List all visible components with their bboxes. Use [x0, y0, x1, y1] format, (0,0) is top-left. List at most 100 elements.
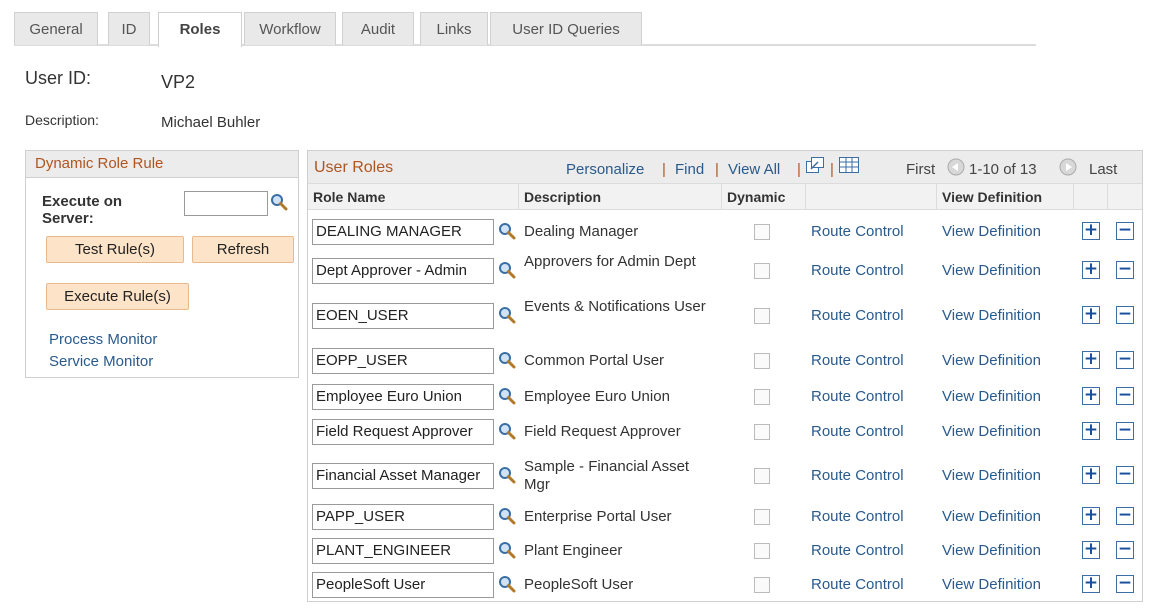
delete-row-icon[interactable]: − — [1116, 351, 1134, 369]
route-control-link[interactable]: Route Control — [811, 307, 904, 324]
add-row-icon[interactable]: + — [1082, 387, 1100, 405]
dynamic-checkbox[interactable] — [754, 424, 770, 440]
view-definition-link[interactable]: View Definition — [942, 223, 1041, 240]
view-definition-link[interactable]: View Definition — [942, 423, 1041, 440]
tab-bar: General ID Roles Workflow Audit Links Us… — [14, 12, 1036, 47]
search-icon[interactable] — [270, 193, 288, 211]
view-definition-link[interactable]: View Definition — [942, 352, 1041, 369]
dynamic-checkbox[interactable] — [754, 224, 770, 240]
delete-row-icon[interactable]: − — [1116, 306, 1134, 324]
tab-audit[interactable]: Audit — [342, 12, 414, 45]
role-name-input[interactable]: PAPP_USER — [312, 504, 494, 530]
search-icon[interactable] — [498, 466, 516, 484]
add-row-icon[interactable]: + — [1082, 351, 1100, 369]
view-all-link[interactable]: View All — [728, 161, 780, 178]
add-row-icon[interactable]: + — [1082, 575, 1100, 593]
search-icon[interactable] — [498, 351, 516, 369]
search-icon[interactable] — [498, 387, 516, 405]
dynamic-checkbox[interactable] — [754, 389, 770, 405]
separator: | — [830, 161, 834, 178]
new-window-icon[interactable] — [805, 156, 825, 174]
delete-row-icon[interactable]: − — [1116, 422, 1134, 440]
tab-general[interactable]: General — [14, 12, 98, 45]
tab-roles[interactable]: Roles — [158, 12, 242, 47]
add-row-icon[interactable]: + — [1082, 466, 1100, 484]
dynamic-checkbox[interactable] — [754, 509, 770, 525]
process-monitor-link[interactable]: Process Monitor — [49, 331, 157, 348]
delete-row-icon[interactable]: − — [1116, 541, 1134, 559]
dynamic-checkbox[interactable] — [754, 543, 770, 559]
dynamic-checkbox[interactable] — [754, 263, 770, 279]
delete-row-icon[interactable]: − — [1116, 507, 1134, 525]
search-icon[interactable] — [498, 261, 516, 279]
role-name-input[interactable]: EOEN_USER — [312, 303, 494, 329]
view-definition-link[interactable]: View Definition — [942, 576, 1041, 593]
add-row-icon[interactable]: + — [1082, 261, 1100, 279]
role-name-input[interactable]: Financial Asset Manager — [312, 463, 494, 489]
find-link[interactable]: Find — [675, 161, 704, 178]
view-definition-link[interactable]: View Definition — [942, 508, 1041, 525]
route-control-link[interactable]: Route Control — [811, 467, 904, 484]
search-icon[interactable] — [498, 422, 516, 440]
role-name-input[interactable]: PLANT_ENGINEER — [312, 538, 494, 564]
add-row-icon[interactable]: + — [1082, 222, 1100, 240]
search-icon[interactable] — [498, 306, 516, 324]
role-name-input[interactable]: Dept Approver - Admin — [312, 258, 494, 284]
role-description: PeopleSoft User — [524, 576, 634, 593]
refresh-button[interactable]: Refresh — [192, 236, 294, 263]
view-definition-link[interactable]: View Definition — [942, 307, 1041, 324]
add-row-icon[interactable]: + — [1082, 422, 1100, 440]
view-definition-link[interactable]: View Definition — [942, 542, 1041, 559]
next-icon[interactable] — [1059, 158, 1077, 176]
download-grid-icon[interactable] — [838, 156, 860, 174]
route-control-link[interactable]: Route Control — [811, 542, 904, 559]
dynamic-checkbox[interactable] — [754, 468, 770, 484]
delete-row-icon[interactable]: − — [1116, 575, 1134, 593]
search-icon[interactable] — [498, 541, 516, 559]
route-control-link[interactable]: Route Control — [811, 423, 904, 440]
dynamic-checkbox[interactable] — [754, 308, 770, 324]
column-description: Description — [519, 184, 722, 210]
tab-user-id-queries[interactable]: User ID Queries — [490, 12, 642, 45]
test-rules-button[interactable]: Test Rule(s) — [46, 236, 184, 263]
route-control-link[interactable]: Route Control — [811, 223, 904, 240]
route-control-link[interactable]: Route Control — [811, 576, 904, 593]
execute-on-server-input[interactable] — [184, 191, 268, 216]
tab-id[interactable]: ID — [108, 12, 150, 45]
role-name-input[interactable]: PeopleSoft User — [312, 572, 494, 598]
search-icon[interactable] — [498, 222, 516, 240]
execute-rules-button[interactable]: Execute Rule(s) — [46, 283, 189, 310]
tab-workflow[interactable]: Workflow — [244, 12, 336, 45]
role-name-input[interactable]: EOPP_USER — [312, 348, 494, 374]
search-icon[interactable] — [498, 507, 516, 525]
previous-icon[interactable] — [947, 158, 965, 176]
role-name-input[interactable]: DEALING MANAGER — [312, 219, 494, 245]
route-control-link[interactable]: Route Control — [811, 388, 904, 405]
route-control-link[interactable]: Route Control — [811, 352, 904, 369]
role-name-input[interactable]: Employee Euro Union — [312, 384, 494, 410]
delete-row-icon[interactable]: − — [1116, 222, 1134, 240]
description-label: Description: — [25, 112, 99, 128]
add-row-icon[interactable]: + — [1082, 306, 1100, 324]
personalize-link[interactable]: Personalize — [566, 161, 644, 178]
role-name-input[interactable]: Field Request Approver — [312, 419, 494, 445]
column-view-definition: View Definition — [937, 184, 1074, 210]
add-row-icon[interactable]: + — [1082, 507, 1100, 525]
search-icon[interactable] — [498, 575, 516, 593]
route-control-link[interactable]: Route Control — [811, 262, 904, 279]
separator: | — [662, 161, 666, 178]
delete-row-icon[interactable]: − — [1116, 466, 1134, 484]
view-definition-link[interactable]: View Definition — [942, 262, 1041, 279]
add-row-icon[interactable]: + — [1082, 541, 1100, 559]
delete-row-icon[interactable]: − — [1116, 261, 1134, 279]
dynamic-checkbox[interactable] — [754, 353, 770, 369]
view-definition-link[interactable]: View Definition — [942, 467, 1041, 484]
delete-row-icon[interactable]: − — [1116, 387, 1134, 405]
service-monitor-link[interactable]: Service Monitor — [49, 353, 153, 370]
route-control-link[interactable]: Route Control — [811, 508, 904, 525]
dynamic-checkbox[interactable] — [754, 577, 770, 593]
tab-links[interactable]: Links — [420, 12, 488, 45]
dynamic-role-rule-title: Dynamic Role Rule — [26, 151, 298, 178]
column-header-row: Role Name Description Dynamic View Defin… — [308, 183, 1142, 210]
view-definition-link[interactable]: View Definition — [942, 388, 1041, 405]
